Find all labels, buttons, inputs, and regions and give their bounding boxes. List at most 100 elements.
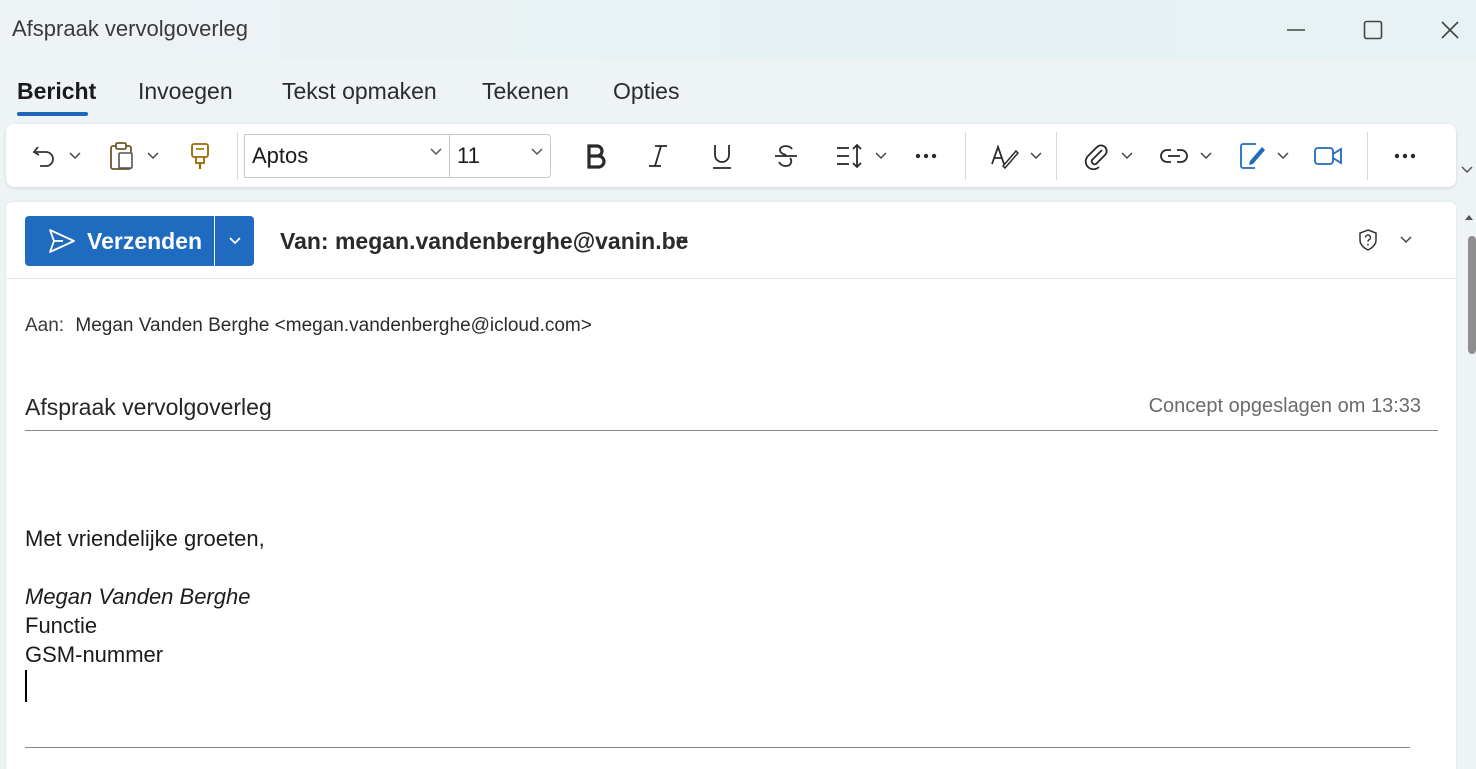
bold-icon [587,144,606,169]
tab-invoegen[interactable]: Invoegen [138,78,233,105]
chevron-down-icon [147,152,159,160]
signature-icon [1240,143,1265,169]
link-dropdown[interactable] [1195,134,1217,178]
maximize-button[interactable] [1353,14,1393,46]
body-divider [25,747,1410,748]
signature-phone[interactable]: GSM-nummer [25,642,163,668]
subject-field[interactable]: Afspraak vervolgoverleg [25,394,272,421]
teams-meeting-icon [1314,147,1342,165]
signature-name[interactable]: Megan Vanden Berghe [25,584,250,610]
format-painter-button[interactable] [182,134,218,178]
editor-button[interactable] [986,134,1022,178]
send-button[interactable]: Verzenden [25,216,214,266]
chevron-down-icon [1400,236,1412,244]
font-size-combo[interactable]: 11 [449,134,551,178]
format-painter-icon [191,143,209,169]
more-formatting-button[interactable] [908,134,944,178]
signature-dropdown[interactable] [1272,134,1294,178]
from-account-selector[interactable]: Van: megan.vandenberghe@vanin.be [280,228,688,255]
paste-icon [110,142,133,170]
scrollbar-thumb[interactable] [1468,236,1476,354]
send-button-label: Verzenden [87,228,203,254]
link-icon [1160,149,1188,163]
ribbon-expand-button[interactable] [1460,162,1474,180]
paste-button[interactable] [104,134,140,178]
draft-saved-status: Concept opgeslagen om 13:33 [1148,395,1421,417]
chevron-down-icon [1277,152,1289,160]
chevron-down-icon [430,148,442,156]
paragraph-spacing-button[interactable] [832,134,868,178]
tab-tekst-opmaken[interactable]: Tekst opmaken [282,78,437,105]
chevron-down-icon [1461,166,1473,174]
tab-tekenen[interactable]: Tekenen [482,78,569,105]
insert-link-button[interactable] [1156,134,1192,178]
to-label: Aan: [25,315,65,336]
attach-file-button[interactable] [1078,134,1114,178]
chevron-down-icon [875,152,887,160]
strikethrough-button[interactable] [768,134,804,178]
to-recipient[interactable]: Megan Vanden Berghe <megan.vandenberghe@… [75,315,591,336]
subject-divider [25,430,1438,431]
paragraph-spacing-icon [837,143,862,169]
ribbon-separator [237,132,238,180]
shield-question-icon [1359,229,1377,251]
compose-pane: Verzenden Van: megan.vandenberghe@vanin.… [6,202,1456,769]
tab-bericht[interactable]: Bericht [17,78,96,105]
underline-button[interactable] [704,134,740,178]
body-closing[interactable]: Met vriendelijke groeten, [25,526,265,552]
attach-icon [1084,144,1108,170]
italic-icon [649,145,667,167]
maximize-icon [1363,20,1383,40]
more-options-button[interactable] [1387,134,1423,178]
editor-icon [991,144,1019,170]
sensitivity-dropdown[interactable] [1399,232,1413,250]
undo-dropdown[interactable] [64,134,86,178]
chevron-down-icon [69,152,81,160]
chevron-down-icon [676,236,688,244]
minimize-icon [1287,29,1305,31]
strikethrough-icon [775,145,797,167]
signature-function[interactable]: Functie [25,613,97,639]
teams-meeting-button[interactable] [1310,134,1346,178]
ribbon-tabs: Bericht Invoegen Tekst opmaken Tekenen O… [0,60,1476,122]
signature-button[interactable] [1234,134,1270,178]
scroll-up-button[interactable] [1464,208,1474,226]
title-bar: Afspraak vervolgoverleg [0,0,1476,60]
chevron-down-icon [1030,152,1042,160]
close-button[interactable] [1430,14,1470,46]
chevron-down-icon [1121,152,1133,160]
more-icon [915,153,937,159]
ribbon-toolbar: Aptos 11 [6,124,1456,187]
sensitivity-button[interactable] [1356,228,1380,257]
attach-dropdown[interactable] [1116,134,1138,178]
divider [6,278,1456,279]
send-options-dropdown[interactable] [215,216,254,266]
ribbon-separator [965,132,966,180]
editor-dropdown[interactable] [1025,134,1047,178]
tab-opties[interactable]: Opties [613,78,679,105]
scroll-up-icon [1465,215,1473,220]
undo-button[interactable] [26,134,62,178]
ribbon-separator [1367,132,1368,180]
to-field[interactable]: Aan: Megan Vanden Berghe <megan.vandenbe… [25,315,592,337]
minimize-button[interactable] [1276,14,1316,46]
from-dropdown[interactable] [675,232,689,250]
undo-icon [32,146,54,167]
active-tab-indicator [17,112,88,116]
chevron-down-icon [531,148,543,156]
font-name-value: Aptos [252,143,309,168]
text-cursor [25,670,27,702]
font-name-combo[interactable]: Aptos [244,134,450,178]
close-icon [1441,21,1459,39]
font-size-value: 11 [457,143,480,168]
paste-dropdown[interactable] [142,134,164,178]
underline-icon [713,145,731,169]
chevron-down-icon [228,237,241,245]
ribbon-separator [1056,132,1057,180]
bold-button[interactable] [578,134,614,178]
send-icon [49,229,75,253]
more-icon [1394,153,1416,159]
paragraph-spacing-dropdown[interactable] [870,134,892,178]
italic-button[interactable] [640,134,676,178]
window-title: Afspraak vervolgoverleg [12,16,249,41]
